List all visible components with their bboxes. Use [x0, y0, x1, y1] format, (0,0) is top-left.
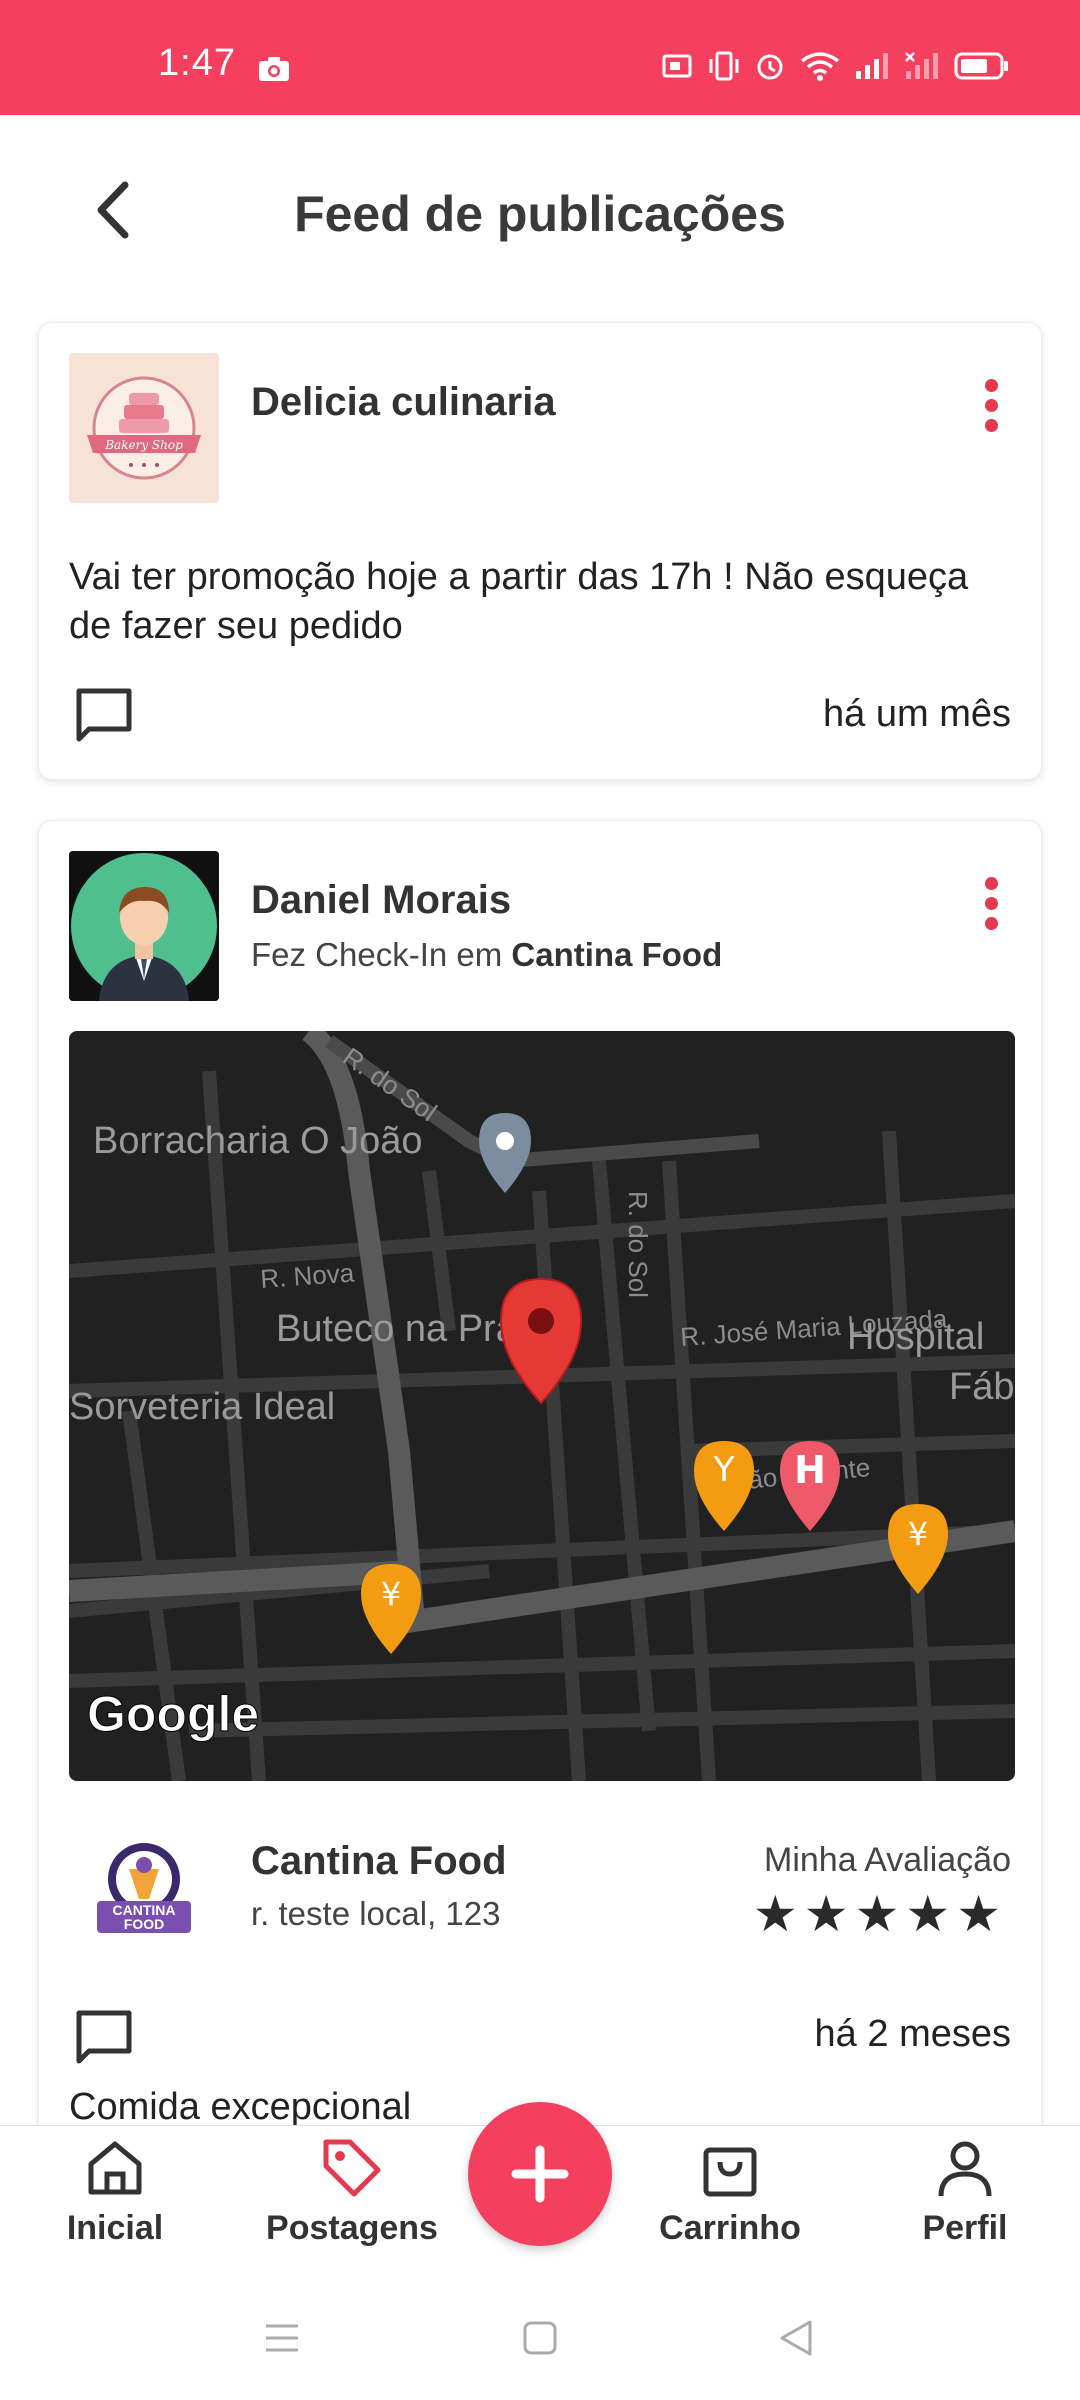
- svg-text:Y: Y: [713, 1450, 735, 1490]
- rating-label: Minha Avaliação: [764, 1841, 1011, 1879]
- nav-perfil[interactable]: Perfil: [900, 2136, 1030, 2248]
- map-label-poi: Fáb: [949, 1366, 1014, 1408]
- google-logo: Google: [87, 1686, 259, 1742]
- svg-text:¥: ¥: [908, 1515, 928, 1553]
- user-icon: [938, 2141, 992, 2197]
- user-avatar-image: [69, 851, 219, 1001]
- rating-stars: ★★★★★: [752, 1886, 1007, 1942]
- nav-label: Carrinho: [659, 2209, 801, 2247]
- bakery-logo: Bakery Shop: [69, 353, 219, 503]
- post-time: há um mês: [823, 693, 1011, 735]
- page-title: Feed de publicações: [294, 186, 786, 242]
- more-options-icon[interactable]: [983, 877, 999, 937]
- home-icon: [88, 2141, 142, 2195]
- post-card: Daniel Morais Fez Check-In em Cantina Fo…: [38, 820, 1042, 2140]
- post-author[interactable]: Delicia culinaria: [251, 380, 556, 425]
- status-bar: 1:47: [0, 0, 1080, 115]
- svg-text:FOOD: FOOD: [124, 1916, 164, 1932]
- cantina-logo: CANTINA FOOD: [97, 1843, 191, 1933]
- recent-apps-icon[interactable]: [262, 2320, 302, 2356]
- wifi-icon: [800, 52, 840, 81]
- tag-icon: [323, 2139, 381, 2197]
- system-icons: [662, 50, 1010, 82]
- checkin-prefix: Fez Check-In em: [251, 936, 503, 973]
- checkin-place[interactable]: Cantina Food: [511, 936, 722, 973]
- map-canvas: R. do Sol R. do Sol Borracharia O João R…: [69, 1031, 1015, 1781]
- map-label-street: R. Nova: [259, 1257, 355, 1294]
- alarm-icon: [757, 54, 783, 80]
- comment-preview: Comida excepcional: [69, 2086, 412, 2128]
- post-card: Bakery Shop Delicia culinaria Vai ter pr…: [38, 322, 1042, 780]
- camera-icon: [259, 57, 289, 81]
- more-options-icon[interactable]: [983, 379, 999, 439]
- nav-postagens[interactable]: Postagens: [262, 2136, 442, 2248]
- comment-icon[interactable]: [73, 2007, 135, 2069]
- home-button-icon[interactable]: [522, 2320, 558, 2356]
- app-header: Feed de publicações: [0, 115, 1080, 310]
- nav-label: Postagens: [266, 2209, 438, 2247]
- nav-carrinho[interactable]: Carrinho: [650, 2136, 810, 2248]
- back-button-icon[interactable]: [776, 2318, 816, 2358]
- avatar[interactable]: Bakery Shop: [69, 353, 219, 503]
- place-name[interactable]: Cantina Food: [251, 1839, 507, 1884]
- cast-icon: [662, 54, 692, 78]
- checkin-subtitle: Fez Check-In em Cantina Food: [251, 936, 722, 974]
- plus-icon: [511, 2145, 569, 2203]
- vibrate-icon: [709, 51, 739, 81]
- map-label-poi: Hospital: [847, 1316, 984, 1358]
- post-author[interactable]: Daniel Morais: [251, 878, 511, 923]
- map-view[interactable]: R. do Sol R. do Sol Borracharia O João R…: [69, 1031, 1015, 1781]
- svg-text:H: H: [794, 1448, 826, 1492]
- shopping-bag-icon: [703, 2147, 757, 2197]
- map-label-poi: Sorveteria Ideal: [69, 1386, 335, 1428]
- nav-label: Inicial: [66, 2209, 164, 2247]
- svg-text:Bakery Shop: Bakery Shop: [104, 438, 183, 452]
- battery-icon: [954, 52, 1008, 80]
- place-address: r. teste local, 123: [251, 1895, 501, 1932]
- signal-icon: [856, 53, 888, 79]
- signal-off-icon: [905, 52, 938, 79]
- place-logo[interactable]: CANTINA FOOD: [69, 1821, 219, 1971]
- post-time: há 2 meses: [814, 2013, 1011, 2055]
- nav-inicial[interactable]: Inicial: [60, 2136, 170, 2248]
- status-time: 1:47: [158, 42, 236, 84]
- post-text: Vai ter promoção hoje a partir das 17h !…: [69, 556, 969, 647]
- map-label-poi: Borracharia O João: [93, 1120, 423, 1162]
- map-label-street: R. do Sol: [623, 1191, 653, 1298]
- add-post-button[interactable]: [468, 2102, 612, 2246]
- comment-icon[interactable]: [73, 685, 135, 747]
- system-navigation-bar: [0, 2280, 1080, 2400]
- avatar[interactable]: [69, 851, 219, 1001]
- svg-text:¥: ¥: [381, 1575, 401, 1613]
- nav-label: Perfil: [922, 2209, 1008, 2247]
